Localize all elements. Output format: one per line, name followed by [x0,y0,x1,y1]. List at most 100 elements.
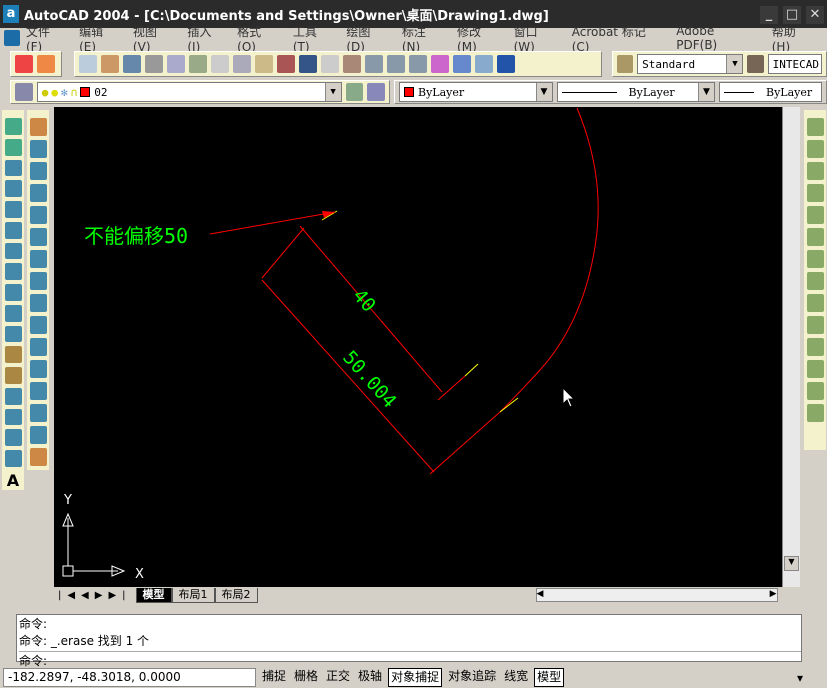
redo-icon[interactable] [321,55,339,73]
text-style-icon[interactable] [617,55,634,73]
array-icon[interactable] [29,206,47,224]
drawing-canvas[interactable]: 不能偏移50 40 50.004 Y X [54,107,782,587]
spline-icon[interactable] [4,284,22,301]
extension-line[interactable] [261,227,305,279]
rectangle-icon[interactable] [4,201,22,218]
polygon-icon[interactable] [4,180,22,198]
linetype-select[interactable]: ByLayer ▼ [556,82,715,102]
polar-toggle[interactable]: 极轴 [356,668,384,687]
mirror-icon[interactable] [29,162,47,180]
scale-icon[interactable] [29,272,47,290]
vertical-scrollbar[interactable]: ▼ [782,107,800,587]
close-button[interactable]: ✕ [806,6,824,24]
chevron-down-icon[interactable]: ▼ [324,83,341,101]
extend-icon[interactable] [29,338,47,356]
print-preview-icon[interactable] [167,55,185,73]
pdf-review-icon[interactable] [37,55,55,73]
chevron-down-icon[interactable]: ▼ [697,83,714,101]
menu-insert[interactable]: 插入(I) [187,23,224,54]
linear-dim-icon[interactable] [806,118,824,136]
quick-dim-icon[interactable] [806,250,824,268]
stretch-icon[interactable] [29,294,47,312]
sun-icon[interactable]: ● [51,86,58,99]
tool-palettes-icon[interactable] [475,55,493,73]
zoom-window-icon[interactable] [387,55,405,73]
dim-style-select[interactable]: INTECAD [767,54,822,74]
scroll-right-button[interactable]: ▶ [770,589,777,599]
ortho-toggle[interactable]: 正交 [324,668,352,687]
dim-style-icon[interactable] [747,55,764,73]
undo-icon[interactable] [299,55,317,73]
zoom-realtime-icon[interactable] [365,55,383,73]
horizontal-scrollbar[interactable]: ◀ ▶ [535,588,778,602]
point-icon[interactable] [4,387,22,405]
menu-help[interactable]: 帮助(H) [772,23,814,54]
ordinate-dim-icon[interactable] [806,162,824,180]
leader-icon[interactable] [806,316,824,334]
otrack-toggle[interactable]: 对象追踪 [446,668,498,687]
dim-edit-icon[interactable] [806,382,824,400]
menu-acrobat[interactable]: Acrobat 标记(C) [572,23,664,54]
menu-file[interactable]: 文件(F) [26,23,66,54]
chevron-down-icon[interactable]: ▼ [535,83,552,101]
annotation-text[interactable]: 不能偏移50 [84,224,188,248]
polyline-icon[interactable] [4,159,22,177]
diameter-dim-icon[interactable] [806,206,824,224]
ellipse-arc-icon[interactable] [4,325,22,343]
tab-layout1[interactable]: 布局1 [171,587,215,603]
move-icon[interactable] [29,228,47,246]
region-icon[interactable] [4,429,22,447]
viewport-freeze-icon[interactable]: ✻ [61,86,68,99]
lock-icon[interactable]: ∩ [71,86,78,99]
publish-icon[interactable] [189,55,207,73]
rotate-icon[interactable] [29,250,47,268]
tolerance-icon[interactable] [806,338,824,356]
angular-dim-icon[interactable] [806,228,824,246]
erase-icon[interactable] [29,118,47,136]
scroll-left-button[interactable]: ◀ [537,589,544,599]
menu-window[interactable]: 窗口(W) [514,23,559,54]
make-current-layer-icon[interactable] [345,83,364,101]
document-icon[interactable] [4,30,20,46]
pan-icon[interactable] [343,55,361,73]
copy-icon[interactable] [233,55,251,73]
lineweight-select[interactable]: ByLayer [718,82,822,102]
dim-text-40[interactable]: 40 [348,285,380,317]
tab-model[interactable]: 模型 [135,587,172,603]
dimension-line-50[interactable] [261,279,435,473]
insert-block-icon[interactable] [4,346,22,364]
radius-dim-icon[interactable] [806,184,824,202]
zoom-previous-icon[interactable] [409,55,427,73]
circle-icon[interactable] [4,242,22,260]
match-properties-icon[interactable] [277,55,295,73]
aligned-dim-icon[interactable] [806,140,824,158]
tab-layout2[interactable]: 布局2 [214,587,258,603]
snap-toggle[interactable]: 捕捉 [260,668,288,687]
leader-line[interactable] [209,211,336,235]
maximize-button[interactable]: □ [783,6,801,24]
tab-nav-buttons[interactable]: |◀◀▶▶| [58,590,132,601]
trim-icon[interactable] [29,316,47,334]
menu-draw[interactable]: 绘图(D) [346,23,388,54]
properties-icon[interactable] [431,55,449,73]
grid-toggle[interactable]: 栅格 [292,668,320,687]
cut-icon[interactable] [211,55,229,73]
arc[interactable] [499,107,599,413]
lightbulb-icon[interactable]: ● [42,86,49,99]
menu-dimension[interactable]: 标注(N) [402,23,444,54]
dim-text-50[interactable]: 50.004 [338,347,400,413]
break-icon[interactable] [29,382,47,400]
continue-dim-icon[interactable] [806,294,824,312]
command-window[interactable]: 命令: 命令: _.erase 找到 1 个 命令: [16,614,802,668]
table-icon[interactable] [4,450,22,468]
ellipse-icon[interactable] [4,304,22,322]
open-icon[interactable] [101,55,119,73]
scroll-down-button[interactable]: ▼ [784,556,799,571]
design-center-icon[interactable] [453,55,471,73]
make-block-icon[interactable] [4,367,22,384]
baseline-dim-icon[interactable] [806,272,824,290]
layer-manager-icon[interactable] [15,83,33,101]
menu-view[interactable]: 视图(V) [133,23,174,54]
communication-center-icon[interactable]: ▾ [797,671,803,685]
offset-icon[interactable] [29,184,47,202]
